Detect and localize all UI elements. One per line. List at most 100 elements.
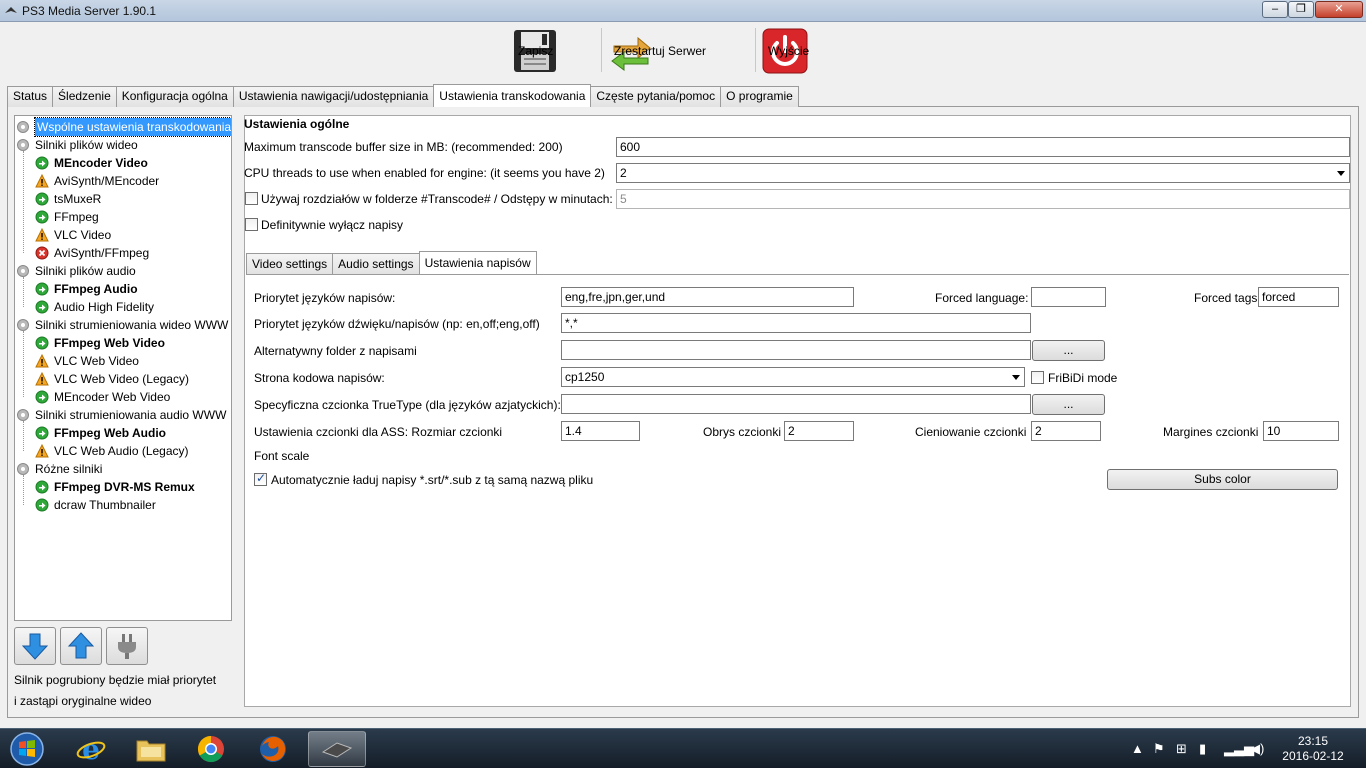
autoload-subtitles-checkbox[interactable] bbox=[254, 471, 267, 486]
windows-start-icon[interactable] bbox=[5, 731, 49, 767]
tree-item-label: VLC Web Video (Legacy) bbox=[54, 372, 189, 386]
tree-item[interactable]: Różne silniki bbox=[16, 460, 102, 478]
truetype-font-input[interactable] bbox=[561, 394, 1031, 414]
tab-navigation-sharing[interactable]: Ustawienia nawigacji/udostępniania bbox=[232, 86, 435, 107]
tree-item[interactable]: FFmpeg bbox=[35, 208, 99, 226]
ok-icon bbox=[35, 426, 49, 440]
forced-tags-label: Forced tags: bbox=[1194, 291, 1261, 305]
taskbar-chrome[interactable] bbox=[182, 731, 240, 767]
forced-tags-input[interactable]: forced bbox=[1258, 287, 1339, 307]
tree-item[interactable]: Silniki strumieniowania audio WWW bbox=[16, 406, 226, 424]
tree-item[interactable]: dcraw Thumbnailer bbox=[35, 496, 156, 514]
exit-button[interactable]: Wyjście bbox=[762, 26, 809, 76]
save-button[interactable]: Zapisz bbox=[512, 26, 558, 76]
tree-item-label: Audio High Fidelity bbox=[54, 300, 155, 314]
subtitle-codepage-select[interactable]: cp1250 bbox=[561, 367, 1025, 387]
browse-subtitle-folder-button[interactable]: ... bbox=[1032, 340, 1105, 361]
tree-item[interactable]: VLC Web Video bbox=[35, 352, 139, 370]
tree-item[interactable]: AviSynth/FFmpeg bbox=[35, 244, 149, 262]
system-clock[interactable]: 23:15 2016-02-12 bbox=[1274, 734, 1352, 764]
engine-tree[interactable]: Wspólne ustawienia transkodowania Silniki… bbox=[14, 115, 232, 621]
clock-date: 2016-02-12 bbox=[1282, 749, 1344, 763]
tab-subtitle-settings[interactable]: Ustawienia napisów bbox=[418, 251, 537, 274]
fribidi-checkbox[interactable] bbox=[1031, 371, 1044, 384]
tree-item-label: FFmpeg Web Video bbox=[54, 336, 165, 350]
cpu-threads-label: CPU threads to use when enabled for engi… bbox=[244, 166, 605, 180]
tab-faq[interactable]: Częste pytania/pomoc bbox=[590, 86, 722, 107]
tree-item[interactable]: Silniki plików audio bbox=[16, 262, 136, 280]
taskbar-firefox[interactable] bbox=[244, 731, 302, 767]
tab-audio-settings[interactable]: Audio settings bbox=[332, 253, 420, 274]
tree-item[interactable]: VLC Video bbox=[35, 226, 111, 244]
font-margin-input[interactable]: 10 bbox=[1263, 421, 1339, 441]
disable-subtitles-checkbox[interactable] bbox=[245, 218, 258, 231]
subtitle-codepage-value: cp1250 bbox=[565, 370, 605, 384]
tree-item[interactable]: VLC Web Audio (Legacy) bbox=[35, 442, 189, 460]
tab-transcoding[interactable]: Ustawienia transkodowania bbox=[433, 84, 592, 107]
taskbar-ps3-media-server[interactable] bbox=[308, 731, 366, 767]
alt-subtitle-folder-input[interactable] bbox=[561, 340, 1031, 360]
taskbar-internet-explorer[interactable]: e bbox=[62, 731, 120, 767]
ass-font-size-input[interactable]: 1.4 bbox=[561, 421, 640, 441]
firefox-icon bbox=[260, 736, 286, 762]
tab-video-settings[interactable]: Video settings bbox=[246, 253, 334, 274]
forced-language-input[interactable] bbox=[1031, 287, 1106, 307]
windows-tray-icon[interactable]: ⊞ bbox=[1176, 741, 1187, 757]
tree-item[interactable]: VLC Web Video (Legacy) bbox=[35, 370, 189, 388]
tree-item[interactable]: FFmpeg DVR-MS Remux bbox=[35, 478, 195, 496]
move-up-button[interactable] bbox=[60, 627, 102, 665]
subtitle-language-priority-input[interactable]: eng,fre,jpn,ger,und bbox=[561, 287, 854, 307]
font-shadow-input[interactable]: 2 bbox=[1031, 421, 1101, 441]
tree-item-label: FFmpeg Web Audio bbox=[54, 426, 166, 440]
tree-item[interactable]: FFmpeg Audio bbox=[35, 280, 138, 298]
tab-about[interactable]: O programie bbox=[720, 86, 799, 107]
ok-icon bbox=[35, 282, 49, 296]
tree-item[interactable]: Wspólne ustawienia transkodowania bbox=[16, 117, 231, 137]
chapters-checkbox[interactable] bbox=[245, 192, 258, 205]
toggle-engine-button[interactable] bbox=[106, 627, 148, 665]
browse-font-button[interactable]: ... bbox=[1032, 394, 1105, 415]
buffer-size-input[interactable]: 600 bbox=[616, 137, 1350, 157]
disable-subtitles-label: Definitywnie wyłącz napisy bbox=[261, 218, 404, 232]
tree-guide-line bbox=[23, 277, 24, 307]
battery-icon[interactable]: ▮ bbox=[1199, 741, 1206, 757]
move-down-button[interactable] bbox=[14, 627, 56, 665]
tree-item[interactable]: AviSynth/MEncoder bbox=[35, 172, 159, 190]
tree-item[interactable]: tsMuxeR bbox=[35, 190, 101, 208]
restart-server-button[interactable]: Zrestartuj Serwer bbox=[608, 26, 706, 76]
tab-tracking[interactable]: Śledzenie bbox=[52, 86, 117, 107]
volume-icon[interactable]: ◀) bbox=[1250, 741, 1264, 757]
show-hidden-icons-icon[interactable]: ▲ bbox=[1131, 741, 1144, 756]
folder-icon bbox=[136, 740, 166, 762]
subs-color-button[interactable]: Subs color bbox=[1107, 469, 1338, 490]
close-button[interactable]: ✕ bbox=[1315, 1, 1363, 18]
arrow-down-icon bbox=[21, 633, 49, 660]
tree-item[interactable]: MEncoder Web Video bbox=[35, 388, 170, 406]
tree-item[interactable]: FFmpeg Web Video bbox=[35, 334, 165, 352]
chevron-down-icon bbox=[1337, 171, 1345, 176]
alt-subtitle-folder-label: Alternatywny folder z napisami bbox=[254, 344, 417, 358]
tree-item[interactable]: Audio High Fidelity bbox=[35, 298, 154, 316]
audio-subtitle-priority-input[interactable]: *,* bbox=[561, 313, 1031, 333]
tree-item-label: FFmpeg DVR-MS Remux bbox=[54, 480, 195, 494]
tree-item[interactable]: MEncoder Video bbox=[35, 154, 148, 172]
chapters-label: Używaj rozdziałów w folderze #Transcode#… bbox=[261, 192, 613, 206]
tree-guide-line bbox=[23, 151, 24, 253]
tree-item[interactable]: Silniki plików wideo bbox=[16, 136, 138, 154]
tree-guide-line bbox=[23, 475, 24, 505]
action-center-flag-icon[interactable]: ⚑ bbox=[1153, 741, 1165, 757]
warning-icon bbox=[35, 443, 49, 458]
font-outline-input[interactable]: 2 bbox=[784, 421, 854, 441]
fribidi-label: FriBiDi mode bbox=[1048, 371, 1118, 385]
gear-icon bbox=[16, 408, 30, 422]
maximize-button[interactable]: ❐ bbox=[1288, 1, 1314, 18]
chapters-interval-input[interactable]: 5 bbox=[616, 189, 1350, 209]
tree-item[interactable]: FFmpeg Web Audio bbox=[35, 424, 166, 442]
tree-item-label: Różne silniki bbox=[35, 462, 103, 476]
minimize-button[interactable]: – bbox=[1262, 1, 1288, 18]
tab-status[interactable]: Status bbox=[7, 86, 54, 107]
cpu-threads-select[interactable]: 2 bbox=[616, 163, 1350, 183]
tree-item[interactable]: Silniki strumieniowania wideo WWW bbox=[16, 316, 228, 334]
taskbar-file-explorer[interactable] bbox=[122, 731, 180, 767]
tab-general-config[interactable]: Konfiguracja ogólna bbox=[115, 86, 234, 107]
